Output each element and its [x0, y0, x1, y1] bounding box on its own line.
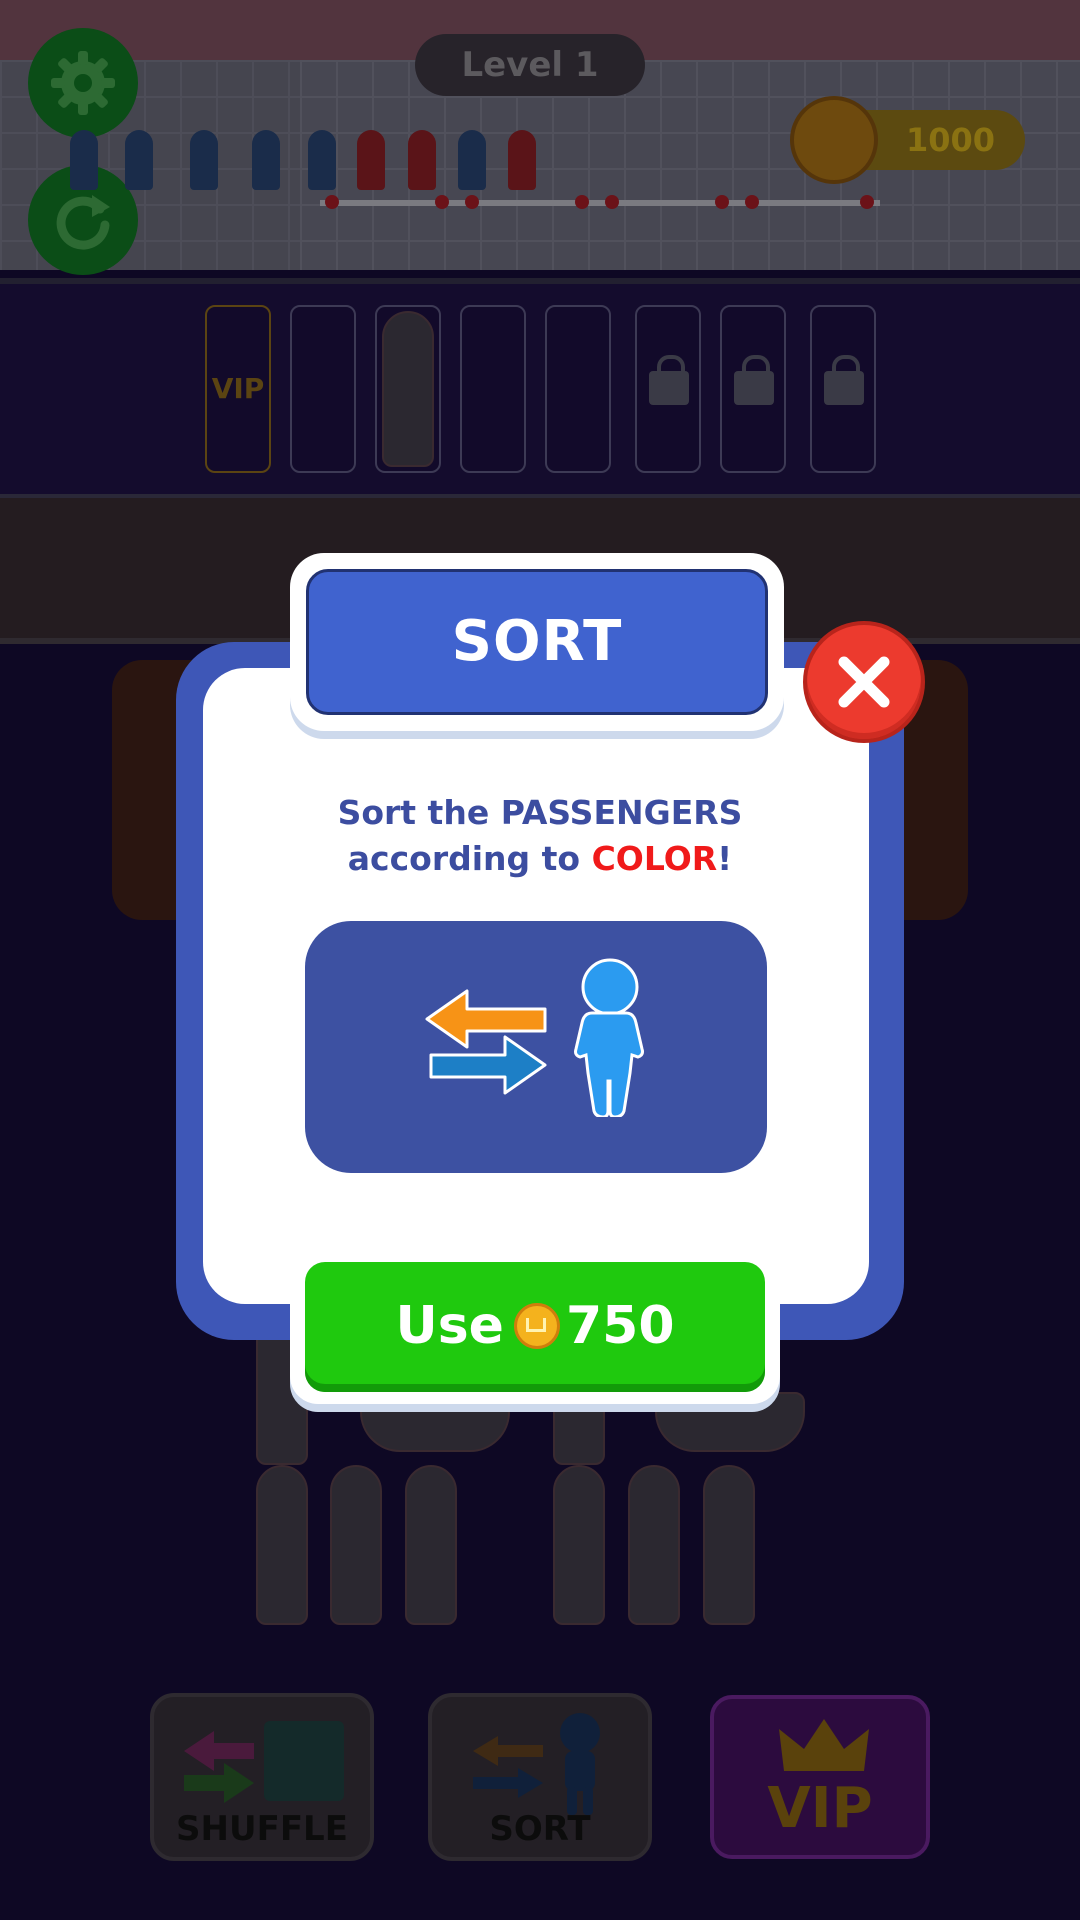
description-line-1: Sort the PASSENGERS	[337, 793, 743, 832]
parked-boat[interactable]	[628, 1465, 680, 1625]
sort-illustration	[305, 921, 767, 1173]
parked-boat[interactable]	[330, 1465, 382, 1625]
passenger	[252, 130, 280, 190]
settings-button[interactable]	[28, 28, 138, 138]
vip-slot: VIP	[205, 305, 271, 473]
passenger	[70, 130, 98, 190]
shuffle-label: SHUFFLE	[176, 1809, 348, 1849]
passenger	[458, 130, 486, 190]
dialog-description: Sort the PASSENGERS according to COLOR!	[240, 790, 840, 882]
parked-boat[interactable]	[553, 1465, 605, 1625]
locked-slot	[720, 305, 786, 473]
rail-post	[745, 195, 759, 209]
description-prefix: according to	[347, 839, 592, 878]
passenger	[190, 130, 218, 190]
queue-rail	[320, 200, 880, 206]
level-indicator: Level 1	[415, 34, 645, 96]
rail-post	[325, 195, 339, 209]
sort-icon	[473, 1713, 600, 1815]
rail-post	[435, 195, 449, 209]
gear-icon	[51, 51, 115, 115]
shuffle-icon	[184, 1721, 344, 1803]
coin-icon	[513, 1303, 560, 1349]
crown-icon	[779, 1719, 869, 1771]
locked-slot	[635, 305, 701, 473]
lock-icon	[734, 355, 774, 405]
docked-boat	[382, 311, 434, 467]
parked-boat[interactable]	[703, 1465, 755, 1625]
passenger	[357, 130, 385, 190]
rail-post	[465, 195, 479, 209]
parked-boat[interactable]	[256, 1465, 308, 1625]
dock-area	[0, 278, 1080, 504]
shuffle-button[interactable]: SHUFFLE	[150, 1693, 374, 1861]
parked-boat[interactable]	[405, 1465, 457, 1625]
dock-slot	[375, 305, 441, 473]
sort-button[interactable]: SORT	[428, 1693, 652, 1861]
use-price: 750	[565, 1296, 675, 1356]
dock-slot	[545, 305, 611, 473]
restart-icon	[56, 195, 110, 250]
passenger	[308, 130, 336, 190]
lock-icon	[649, 355, 689, 405]
description-suffix: !	[717, 839, 733, 878]
passenger	[408, 130, 436, 190]
passenger	[125, 130, 153, 190]
color-highlight: COLOR	[591, 839, 718, 878]
close-icon	[838, 656, 890, 708]
lock-icon	[824, 355, 864, 405]
use-coins-button[interactable]: Use 750	[305, 1262, 765, 1392]
dialog-title: SORT	[306, 569, 768, 715]
coin-icon	[790, 96, 878, 184]
rail-post	[605, 195, 619, 209]
sort-label: SORT	[489, 1809, 591, 1849]
passenger	[508, 130, 536, 190]
dock-slot	[290, 305, 356, 473]
rail-post	[860, 195, 874, 209]
dock-slot	[460, 305, 526, 473]
locked-slot	[810, 305, 876, 473]
close-button[interactable]	[803, 621, 925, 743]
use-label: Use	[395, 1296, 504, 1356]
passenger-icon	[574, 958, 644, 1117]
vip-button[interactable]: VIP	[710, 1695, 930, 1859]
vip-label: VIP	[767, 1776, 873, 1841]
description-line-2: according to COLOR!	[240, 836, 840, 882]
rail-post	[575, 195, 589, 209]
rail-post	[715, 195, 729, 209]
